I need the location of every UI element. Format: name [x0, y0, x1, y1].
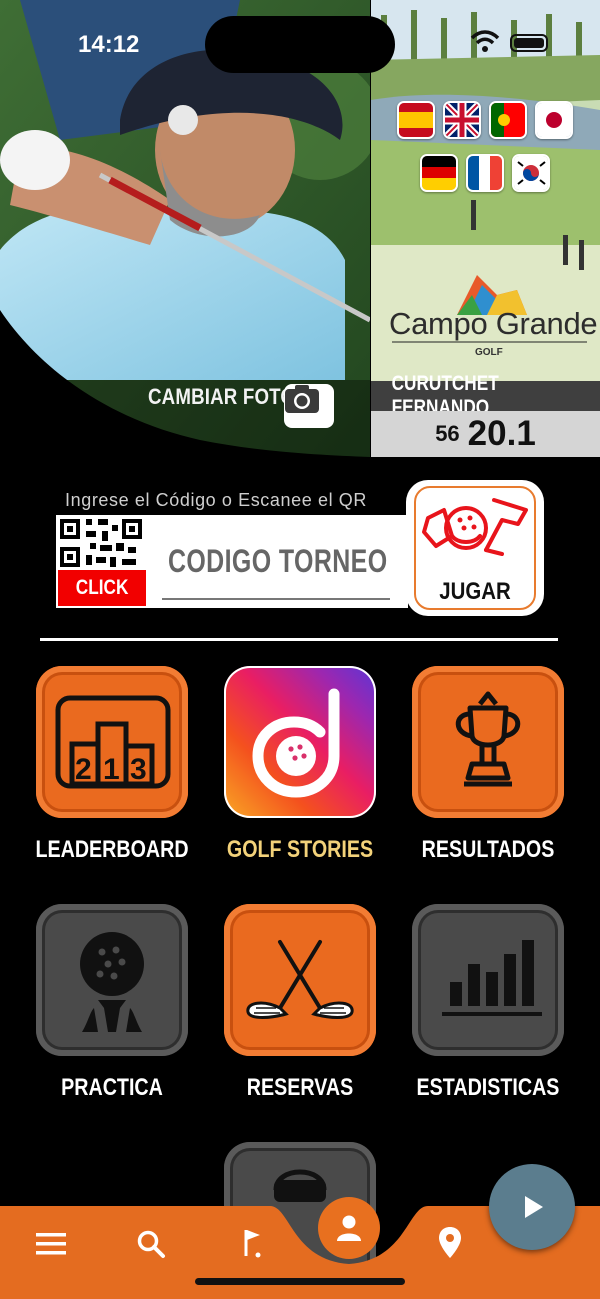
tournament-code-placeholder: CODIGO TORNEO	[168, 543, 388, 579]
play-button[interactable]: JUGAR	[406, 480, 544, 616]
practice-label: PRACTICA	[61, 1074, 163, 1101]
golf-stories-button[interactable]	[224, 666, 376, 818]
play-icon	[525, 1196, 543, 1218]
app-screen: CAMBIAR FOTO Campo Grande GOLF CURUTCHET…	[0, 0, 600, 1299]
dynamic-island	[205, 16, 395, 73]
spain-flag-icon[interactable]	[397, 101, 435, 139]
results-label: RESULTADOS	[421, 836, 555, 863]
japan-flag-icon[interactable]	[535, 101, 573, 139]
home-indicator	[195, 1278, 405, 1285]
change-photo-label: CAMBIAR FOTO	[148, 384, 296, 409]
leaderboard-label: LEADERBOARD	[35, 836, 189, 863]
location-pin-icon[interactable]	[438, 1226, 462, 1260]
golf-flag-icon[interactable]	[236, 1226, 266, 1260]
menu-icon[interactable]	[36, 1233, 66, 1255]
statistics-label: ESTADISTICAS	[416, 1074, 560, 1101]
reservations-label: RESERVAS	[246, 1074, 354, 1101]
portugal-flag-icon[interactable]	[489, 101, 527, 139]
uk-flag-icon[interactable]	[443, 101, 481, 139]
svg-text:1: 1	[103, 753, 120, 786]
trophy-icon	[455, 691, 521, 787]
play-label: JUGAR	[439, 578, 511, 605]
input-underline	[162, 598, 390, 600]
practice-button[interactable]	[36, 904, 188, 1056]
player-handicap: 20.1	[467, 414, 536, 453]
results-button[interactable]	[412, 666, 564, 818]
svg-text:3: 3	[130, 753, 147, 786]
svg-text:2: 2	[75, 753, 92, 786]
podium-icon: 213	[55, 695, 171, 789]
tournament-code-input[interactable]: CODIGO TORNEO	[148, 515, 408, 608]
play-fab-button[interactable]	[489, 1164, 575, 1250]
player-name-bar: CURUTCHET FERNANDO	[371, 372, 600, 419]
change-photo-button[interactable]: CAMBIAR FOTO	[148, 384, 334, 428]
profile-icon	[337, 1215, 361, 1241]
france-flag-icon[interactable]	[466, 154, 504, 192]
qr-click-label: CLICK	[75, 576, 129, 599]
germany-flag-icon[interactable]	[420, 154, 458, 192]
crossed-clubs-icon	[246, 940, 354, 1019]
club-name: Campo Grande	[389, 306, 598, 341]
club-panel: Campo Grande GOLF CURUTCHET FERNANDO 56 …	[371, 0, 600, 457]
search-icon[interactable]	[136, 1229, 166, 1259]
section-divider	[40, 638, 558, 641]
status-time: 14:12	[78, 31, 140, 58]
camera-icon[interactable]	[284, 384, 334, 428]
leaderboard-button[interactable]: 213	[36, 666, 188, 818]
golf-stories-label: GOLF STORIES	[226, 836, 374, 863]
qr-click-button[interactable]: CLICK	[58, 570, 146, 606]
player-stats-bar: 56 20.1	[371, 411, 600, 457]
code-hint: Ingrese el Código o Escanee el QR	[65, 490, 367, 510]
player-number: 56	[435, 421, 460, 446]
bar-chart-icon	[442, 940, 542, 1016]
golf-ball-tee-icon	[80, 932, 144, 1032]
wifi-icon	[470, 30, 500, 52]
reservations-button[interactable]	[224, 904, 376, 1056]
profile-button[interactable]	[318, 1197, 380, 1259]
golf-stories-icon	[252, 688, 340, 798]
battery-icon	[510, 34, 548, 52]
qr-code-icon	[60, 519, 142, 567]
golf-ball-club-icon	[422, 498, 528, 556]
club-subtitle: GOLF	[475, 347, 503, 358]
statistics-button[interactable]	[412, 904, 564, 1056]
korea-flag-icon[interactable]	[512, 154, 550, 192]
